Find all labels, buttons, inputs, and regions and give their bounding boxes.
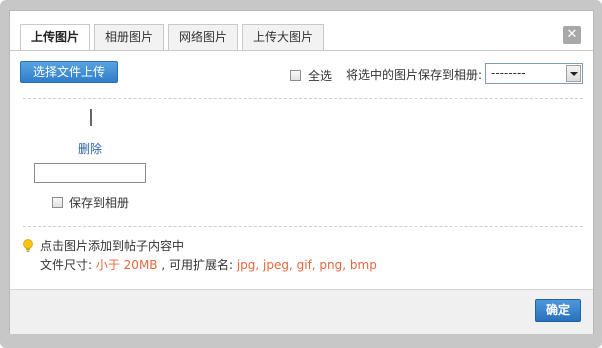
save-to-album-label: 将选中的图片保存到相册:: [346, 68, 483, 82]
size-prefix: 文件尺寸:: [40, 258, 96, 272]
confirm-button[interactable]: 确定: [535, 299, 581, 322]
divider: [23, 226, 583, 227]
tab-web-images[interactable]: 网络图片: [168, 24, 239, 50]
dialog-frame: 上传图片 相册图片 网络图片 上传大图片 ✕ 选择文件上传 全选 将选中的图片保…: [0, 0, 602, 348]
tab-divider: [10, 50, 593, 51]
save-to-album-checkbox[interactable]: [52, 197, 63, 208]
divider: [23, 98, 583, 99]
size-limit: 小于 20MB: [95, 258, 158, 272]
extension-prefix: , 可用扩展名:: [157, 258, 237, 272]
tab-bar: 上传图片 相册图片 网络图片 上传大图片: [20, 24, 328, 51]
dialog-footer: 确定: [10, 289, 593, 334]
save-to-album-checkbox-label: 保存到相册: [69, 196, 130, 210]
select-all-control: 全选: [290, 67, 332, 84]
tip-text: 点击图片添加到帖子内容中: [40, 239, 185, 253]
upload-image-dialog: 上传图片 相册图片 网络图片 上传大图片 ✕ 选择文件上传 全选 将选中的图片保…: [9, 10, 594, 334]
delete-image-link[interactable]: 删除: [78, 140, 102, 157]
select-file-upload-button[interactable]: 选择文件上传: [20, 61, 118, 83]
image-caption-input[interactable]: [34, 163, 146, 183]
chevron-down-icon[interactable]: [566, 65, 581, 82]
lightbulb-icon: [23, 238, 33, 252]
tab-upload-large-image[interactable]: 上传大图片: [242, 24, 325, 50]
tab-album-images[interactable]: 相册图片: [94, 24, 165, 50]
tip-line: 点击图片添加到帖子内容中: [22, 237, 184, 254]
allowed-extensions: jpg, jpeg, gif, png, bmp: [236, 258, 377, 272]
tab-upload-image[interactable]: 上传图片: [20, 24, 91, 51]
select-all-checkbox[interactable]: [290, 70, 301, 81]
album-select-value: --------: [491, 66, 526, 80]
save-to-album-control: 保存到相册: [52, 194, 129, 211]
close-icon[interactable]: ✕: [563, 26, 581, 44]
file-spec-line: 文件尺寸: 小于 20MB , 可用扩展名: jpg, jpeg, gif, p…: [40, 256, 377, 273]
image-thumbnail[interactable]: [90, 109, 92, 126]
select-all-label: 全选: [308, 69, 333, 83]
album-select[interactable]: --------: [485, 63, 583, 84]
